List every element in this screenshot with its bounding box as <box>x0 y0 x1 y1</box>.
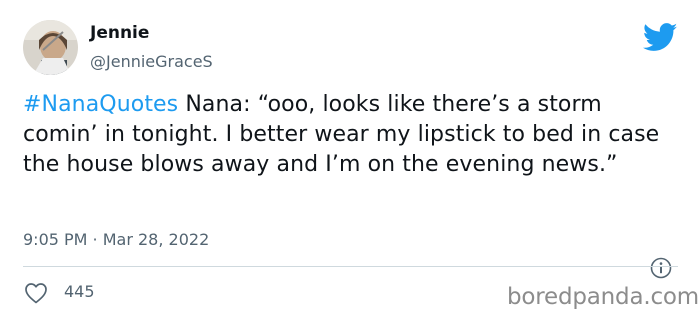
author-name[interactable]: Jennie <box>90 22 149 44</box>
divider <box>23 266 678 267</box>
avatar-image <box>23 20 78 75</box>
info-icon[interactable] <box>650 257 672 279</box>
tweet-text: #NanaQuotes Nana: “ooo, looks like there… <box>23 90 673 180</box>
tweet-timestamp[interactable]: 9:05 PM · Mar 28, 2022 <box>23 229 209 251</box>
twitter-bird-icon[interactable] <box>642 23 678 52</box>
tweet-card: Jennie @JennieGraceS #NanaQuotes Nana: “… <box>0 0 700 319</box>
author-handle[interactable]: @JennieGraceS <box>90 51 213 73</box>
hashtag-link[interactable]: #NanaQuotes <box>23 92 178 117</box>
like-count[interactable]: 445 <box>64 281 95 303</box>
heart-icon[interactable] <box>24 282 48 304</box>
avatar[interactable] <box>23 20 78 75</box>
watermark: boredpanda.com <box>507 284 699 310</box>
